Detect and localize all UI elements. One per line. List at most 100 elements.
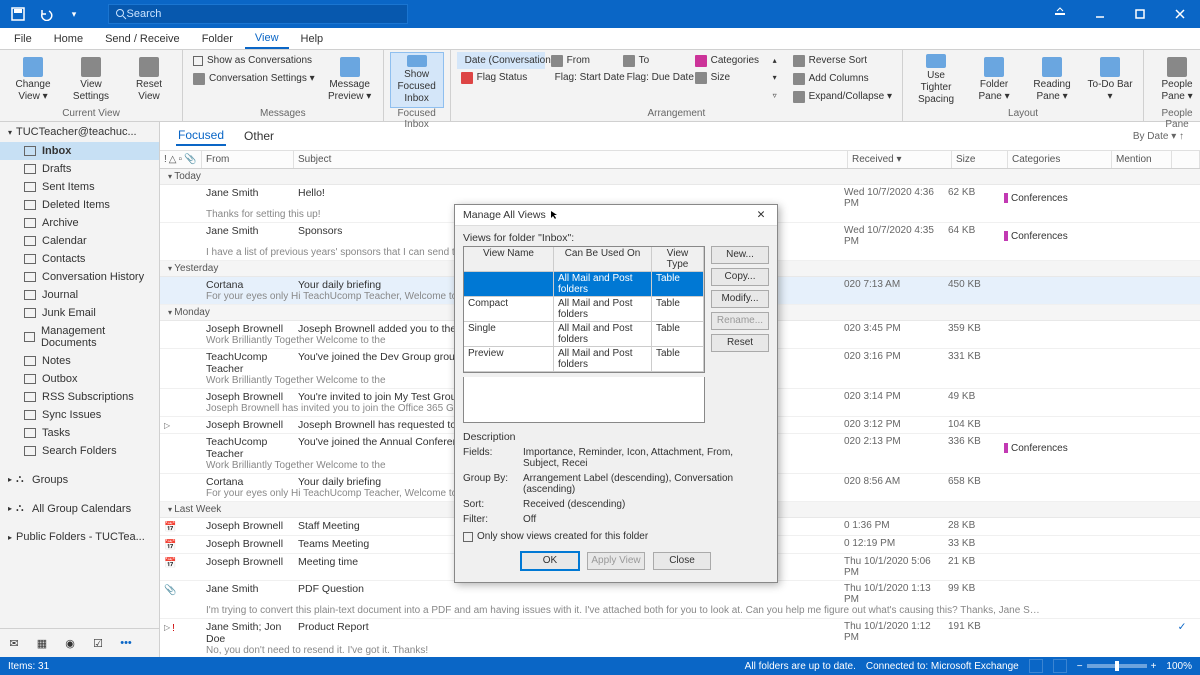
search-input[interactable] [127,8,401,20]
arrange-flag-start-button[interactable]: Flag: Start Date [547,69,617,86]
views-table[interactable]: View Name Can Be Used On View Type All M… [463,246,705,373]
undo-icon[interactable] [36,4,56,24]
reading-pane-button[interactable]: Reading Pane ▾ [1025,52,1079,108]
menu-tab-file[interactable]: File [4,30,42,48]
column-headers[interactable]: !△▫📎 From Subject Received ▾ Size Catego… [160,151,1200,169]
views-col-name[interactable]: View Name [464,247,554,272]
folder-rss-subscriptions[interactable]: RSS Subscriptions [0,388,159,406]
zoom-slider[interactable]: −+ [1077,661,1157,672]
minimize-icon[interactable] [1080,0,1120,28]
dialog-modify-button[interactable]: Modify... [711,290,769,308]
show-as-conversations-checkbox[interactable]: Show as Conversations [189,52,319,69]
sort-by-dropdown[interactable]: By Date ▾ ↑ [1133,131,1184,142]
arrange-size-button[interactable]: Size [691,69,769,86]
nav-all-group-calendars[interactable]: ▸⛬All Group Calendars [0,499,159,518]
reset-view-button[interactable]: Reset View [122,52,176,108]
tab-focused[interactable]: Focused [176,126,226,146]
arrange-to-button[interactable]: To [619,52,689,69]
message-row[interactable]: 📎Jane SmithPDF QuestionThu 10/1/2020 1:1… [160,581,1200,619]
ribbon-options-icon[interactable] [1040,0,1080,28]
col-size[interactable]: Size [952,151,1008,168]
reverse-sort-button[interactable]: Reverse Sort [789,52,896,69]
menu-tab-send-receive[interactable]: Send / Receive [95,30,190,48]
show-focused-inbox-button[interactable]: Show Focused Inbox [390,52,444,108]
message-preview-button[interactable]: Message Preview ▾ [323,52,377,108]
menu-tab-folder[interactable]: Folder [192,30,243,48]
arrange-categories-button[interactable]: Categories [691,52,769,69]
arrange-from-button[interactable]: From [547,52,617,69]
nav-groups[interactable]: ▸⛬Groups [0,470,159,489]
dialog-reset-button[interactable]: Reset [711,334,769,352]
use-tighter-spacing-button[interactable]: Use Tighter Spacing [909,52,963,108]
search-box[interactable] [108,4,408,24]
folder-outbox[interactable]: Outbox [0,370,159,388]
account-header[interactable]: ▾TUCTeacher@teachuc... [0,122,159,142]
col-received[interactable]: Received ▾ [848,151,952,168]
folder-junk-email[interactable]: Junk Email [0,304,159,322]
dialog-new-button[interactable]: New... [711,246,769,264]
view-reading-icon[interactable] [1053,659,1067,673]
tasks-icon[interactable]: ☑ [88,633,108,653]
only-show-checkbox[interactable]: Only show views created for this folder [463,527,769,546]
arrange-date-button[interactable]: Date (Conversations) [457,52,545,69]
dialog-copy-button[interactable]: Copy... [711,268,769,286]
menu-tab-view[interactable]: View [245,29,289,49]
folder-pane-button[interactable]: Folder Pane ▾ [967,52,1021,108]
folder-sync-issues[interactable]: Sync Issues [0,406,159,424]
folder-calendar[interactable]: Calendar [0,232,159,250]
nav-public-folders[interactable]: ▸Public Folders - TUCTea... [0,528,159,546]
dialog-close-button-footer[interactable]: Close [653,552,711,570]
folder-search-folders[interactable]: Search Folders [0,442,159,460]
change-view-button[interactable]: Change View ▾ [6,52,60,108]
arrange-flag-status-button[interactable]: Flag Status [457,69,545,86]
menu-tab-home[interactable]: Home [44,30,93,48]
folder-inbox[interactable]: Inbox [0,142,159,160]
view-row[interactable]: All Mail and Post foldersTable [464,272,704,297]
view-settings-button[interactable]: View Settings [64,52,118,108]
dialog-ok-button[interactable]: OK [521,552,579,570]
folder-deleted-items[interactable]: Deleted Items [0,196,159,214]
calendar-icon[interactable]: ▦ [32,633,52,653]
mail-icon[interactable]: ✉ [4,633,24,653]
folder-conversation-history[interactable]: Conversation History [0,268,159,286]
arrange-flag-due-button[interactable]: Flag: Due Date [619,69,689,86]
views-col-used[interactable]: Can Be Used On [554,247,652,272]
col-from[interactable]: From [202,151,294,168]
people-icon[interactable]: ◉ [60,633,80,653]
col-mention[interactable]: Mention [1112,151,1172,168]
qat-dropdown-icon[interactable]: ▾ [64,4,84,24]
people-pane-button[interactable]: People Pane ▾ [1150,52,1200,108]
dialog-titlebar[interactable]: Manage All Views ✕ [455,205,777,226]
folder-tasks[interactable]: Tasks [0,424,159,442]
folder-archive[interactable]: Archive [0,214,159,232]
view-row[interactable]: SingleAll Mail and Post foldersTable [464,322,704,347]
flag-icon[interactable]: ✓ [1178,621,1187,633]
todo-bar-button[interactable]: To-Do Bar ▾ [1083,52,1137,108]
folder-drafts[interactable]: Drafts [0,160,159,178]
close-icon[interactable] [1160,0,1200,28]
col-categories[interactable]: Categories [1008,151,1112,168]
col-subject[interactable]: Subject [294,151,848,168]
folder-journal[interactable]: Journal [0,286,159,304]
tab-other[interactable]: Other [242,127,276,145]
folder-notes[interactable]: Notes [0,352,159,370]
add-columns-button[interactable]: Add Columns [789,70,896,87]
save-icon[interactable] [8,4,28,24]
folder-contacts[interactable]: Contacts [0,250,159,268]
view-row[interactable]: PreviewAll Mail and Post foldersTable [464,347,704,372]
folder-sent-items[interactable]: Sent Items [0,178,159,196]
date-group-header[interactable]: Today [160,169,1200,185]
expand-collapse-button[interactable]: Expand/Collapse ▾ [789,88,896,105]
arrangement-gallery-scroll[interactable]: ▴▾▿ [773,52,785,104]
folder-management-documents[interactable]: Management Documents [0,322,159,352]
views-col-type[interactable]: View Type [652,247,704,272]
dialog-close-button[interactable]: ✕ [753,209,769,221]
more-icon[interactable]: ••• [116,633,136,653]
maximize-icon[interactable] [1120,0,1160,28]
conversation-settings-button[interactable]: Conversation Settings ▾ [189,70,319,87]
view-normal-icon[interactable] [1029,659,1043,673]
zoom-value[interactable]: 100% [1166,661,1192,672]
message-row[interactable]: ▷!Jane Smith; Jon DoeProduct ReportThu 1… [160,619,1200,657]
view-row[interactable]: CompactAll Mail and Post foldersTable [464,297,704,322]
menu-tab-help[interactable]: Help [291,30,334,48]
